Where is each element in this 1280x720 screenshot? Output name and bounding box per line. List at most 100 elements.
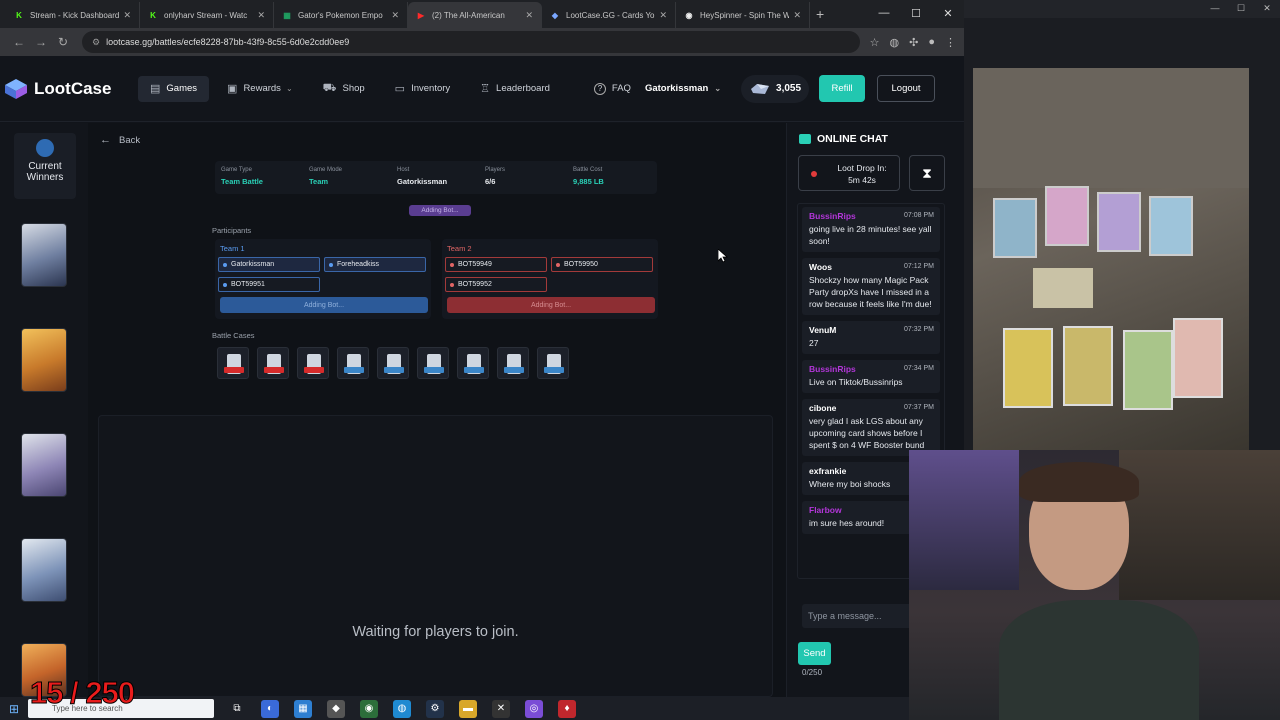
case-thumbnail[interactable] xyxy=(257,347,289,379)
add-bot-button[interactable]: Adding Bot... xyxy=(447,297,655,313)
participant-name: Gatorkissman xyxy=(231,261,275,268)
winner-card[interactable] xyxy=(21,433,67,497)
app-icon[interactable]: ◆ xyxy=(327,699,345,718)
case-thumbnail[interactable] xyxy=(337,347,369,379)
site-logo[interactable]: LootCase xyxy=(4,78,130,100)
loot-drop-label: Loot Drop In: xyxy=(837,163,887,173)
maximize-icon[interactable]: ☐ xyxy=(1228,0,1254,18)
nav-leaderboard[interactable]: ♖ Leaderboard xyxy=(468,76,562,102)
bookmark-star-icon[interactable]: ☆ xyxy=(870,36,880,49)
info-value: Gatorkissman xyxy=(397,177,448,186)
case-thumbnail[interactable] xyxy=(497,347,529,379)
logo-text: LootCase xyxy=(34,78,112,98)
app-icon[interactable]: ◎ xyxy=(525,699,543,718)
balance-value: 3,055 xyxy=(776,83,802,94)
chat-timestamp: 07:37 PM xyxy=(904,404,934,411)
nav-games[interactable]: ▤ Games xyxy=(138,75,210,102)
tab-close-icon[interactable]: ✕ xyxy=(257,10,265,21)
add-bot-button[interactable]: Adding Bot... xyxy=(220,297,428,313)
tab-close-icon[interactable]: ✕ xyxy=(525,10,533,21)
extension-icon[interactable]: ◍ xyxy=(890,36,900,49)
app-icon[interactable]: ✕ xyxy=(492,699,510,718)
puzzle-icon[interactable]: ✣ xyxy=(909,36,918,49)
team-1-panel: Team 1 Gatorkissman Foreheadkiss BOT5995… xyxy=(215,239,431,319)
user-menu[interactable]: Gatorkissman ⌄ xyxy=(645,83,721,94)
browser-tab[interactable]: ◆ LootCase.GG - Cards Yo ✕ xyxy=(542,2,676,28)
forward-arrow-icon[interactable]: → xyxy=(30,35,52,49)
browser-tab[interactable]: ▶ (2) The All-American ✕ xyxy=(408,2,542,28)
tab-title: Gator's Pokemon Empo xyxy=(298,10,383,20)
case-thumbnail[interactable] xyxy=(457,347,489,379)
chat-input-placeholder: Type a message... xyxy=(808,611,882,621)
profile-icon[interactable]: ● xyxy=(928,36,935,49)
browser-tab[interactable]: Konlyharv Stream - Watc ✕ xyxy=(140,2,274,28)
chrome-icon[interactable]: ◉ xyxy=(360,699,378,718)
address-bar: ← → ↻ ⚙ lootcase.gg/battles/ecfe8228-87b… xyxy=(0,28,964,56)
extension-icons: ☆ ◍ ✣ ● ⋮ xyxy=(870,36,956,49)
close-icon[interactable]: ✕ xyxy=(932,0,964,26)
faq-link[interactable]: ? FAQ xyxy=(593,82,631,95)
inventory-icon: ▭ xyxy=(394,83,406,95)
tab-close-icon[interactable]: ✕ xyxy=(391,10,399,21)
screen: K Stream - Kick Dashboard ✕ Konlyharv Strea… xyxy=(0,0,1280,720)
back-link[interactable]: ← Back xyxy=(100,134,140,146)
cart-icon: ⛟ xyxy=(322,81,337,94)
winners-rail: Current Winners xyxy=(0,123,88,697)
maximize-icon[interactable]: ☐ xyxy=(900,0,932,26)
battle-info-host: Host Gatorkissman xyxy=(391,161,479,194)
new-tab-button[interactable]: + xyxy=(816,6,824,22)
url-field[interactable]: ⚙ lootcase.gg/battles/ecfe8228-87bb-43f9… xyxy=(82,31,860,53)
participant-slot: BOT59950 xyxy=(551,257,653,272)
team-dot-icon xyxy=(223,283,227,287)
case-thumbnail[interactable] xyxy=(537,347,569,379)
tab-title: LootCase.GG - Cards Yo xyxy=(566,10,655,20)
nav-inventory[interactable]: ▭ Inventory xyxy=(383,76,462,102)
refill-button[interactable]: Refill xyxy=(819,75,866,102)
case-thumbnail[interactable] xyxy=(217,347,249,379)
nav-shop[interactable]: ⛟ Shop xyxy=(311,76,377,102)
edge-icon[interactable]: ◍ xyxy=(393,699,411,718)
file-explorer-icon[interactable]: ▬ xyxy=(459,699,477,718)
winner-card[interactable] xyxy=(21,538,67,602)
browser-tab[interactable]: ▦ Gator's Pokemon Empo ✕ xyxy=(274,2,408,28)
send-button[interactable]: Send xyxy=(798,642,831,665)
minimize-icon[interactable]: — xyxy=(1202,0,1228,18)
copilot-icon[interactable]: ◐ xyxy=(261,699,279,718)
faq-label: FAQ xyxy=(611,83,631,94)
case-thumbnail[interactable] xyxy=(377,347,409,379)
case-thumbnail[interactable] xyxy=(297,347,329,379)
case-thumbnail[interactable] xyxy=(417,347,449,379)
close-icon[interactable]: ✕ xyxy=(1254,0,1280,18)
tab-close-icon[interactable]: ✕ xyxy=(123,10,131,21)
minimize-icon[interactable]: — xyxy=(868,0,900,26)
info-value: Team xyxy=(309,177,329,186)
nav-rewards[interactable]: ▣ Rewards ⌄ xyxy=(215,76,305,102)
store-icon[interactable]: ▦ xyxy=(294,699,312,718)
current-winners-header[interactable]: Current Winners xyxy=(14,133,76,199)
reload-icon[interactable]: ↻ xyxy=(52,35,74,49)
participant-name: Foreheadkiss xyxy=(337,261,380,268)
back-arrow-icon[interactable]: ← xyxy=(8,35,30,49)
windows-start-icon[interactable]: ⊞ xyxy=(0,702,28,716)
steam-icon[interactable]: ⚙ xyxy=(426,699,444,718)
app-icon[interactable]: ♦ xyxy=(558,699,576,718)
winner-card[interactable] xyxy=(21,328,67,392)
tab-title: onlyharv Stream - Watc xyxy=(164,10,248,20)
tab-close-icon[interactable]: ✕ xyxy=(659,10,667,21)
gamepad-icon: ▤ xyxy=(150,83,161,95)
browser-tab[interactable]: ◉ HeySpinner - Spin The W ✕ xyxy=(676,2,810,28)
task-view-icon[interactable]: ⧉ xyxy=(228,700,246,718)
winner-card[interactable] xyxy=(21,223,67,287)
tab-close-icon[interactable]: ✕ xyxy=(793,10,801,21)
info-label: Game Mode xyxy=(309,167,343,173)
trophy-icon: ♖ xyxy=(480,83,491,95)
window-controls: — ☐ ✕ xyxy=(868,0,964,26)
logout-button[interactable]: Logout xyxy=(877,75,936,102)
hourglass-button[interactable]: ⧗ xyxy=(909,155,945,191)
battle-arena: Waiting for players to join. xyxy=(98,415,773,697)
browser-tab[interactable]: K Stream - Kick Dashboard ✕ xyxy=(6,2,140,28)
site-info-icon[interactable]: ⚙ xyxy=(92,37,100,48)
loot-drop-timer: Loot Drop In: 5m 42s xyxy=(798,155,900,191)
second-window-controls: — ☐ ✕ xyxy=(964,0,1280,18)
menu-dots-icon[interactable]: ⋮ xyxy=(945,36,956,49)
